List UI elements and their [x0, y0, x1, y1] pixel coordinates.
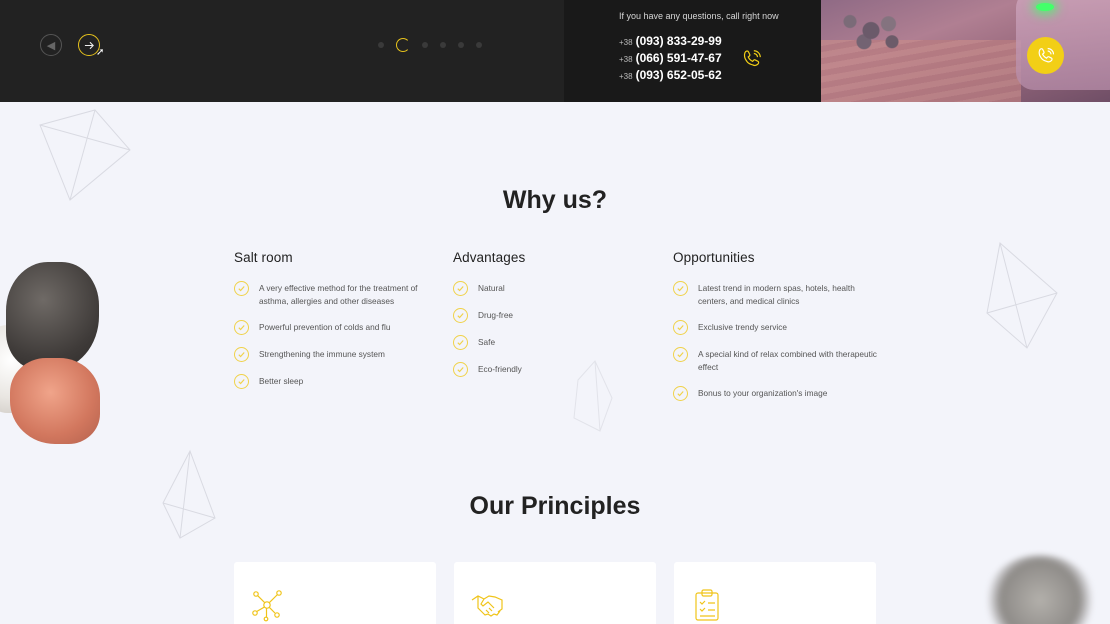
- check-icon: [453, 308, 468, 323]
- arrow-right-icon: [84, 41, 94, 49]
- list-item: Natural: [453, 281, 663, 296]
- country-code: +38: [619, 72, 633, 81]
- list-item-text: A special kind of relax combined with th…: [698, 349, 877, 372]
- phone-number: (066) 591-47-67: [635, 51, 722, 65]
- slider-dot[interactable]: [422, 42, 428, 48]
- check-icon: [673, 347, 688, 362]
- list-item-text: Eco-friendly: [478, 364, 522, 374]
- principle-card: [674, 562, 876, 624]
- molecule-icon: [252, 590, 282, 622]
- country-code: +38: [619, 55, 633, 64]
- clipboard-icon: [695, 589, 719, 621]
- phone-link-1[interactable]: +38 (093) 833-29-99: [619, 34, 722, 48]
- list-item: Bonus to your organization's image: [673, 386, 883, 401]
- phone-link-2[interactable]: +38 (066) 591-47-67: [619, 51, 722, 65]
- list-item: Safe: [453, 335, 663, 350]
- check-icon: [234, 281, 249, 296]
- slider-dots: [378, 38, 482, 52]
- list-item: Better sleep: [234, 374, 444, 389]
- list-item-text: Drug-free: [478, 310, 514, 320]
- list-item-text: A very effective method for the treatmen…: [259, 283, 418, 306]
- principles-title: Our Principles: [469, 492, 641, 520]
- list-item: Powerful prevention of colds and flu: [234, 320, 444, 335]
- principle-card: [454, 562, 656, 624]
- slider-dot[interactable]: [458, 42, 464, 48]
- slider-dot-active[interactable]: [396, 38, 410, 52]
- crystal-outline-decoration: [986, 242, 1058, 349]
- list-item-text: Powerful prevention of colds and flu: [259, 322, 391, 332]
- phone-icon[interactable]: [741, 48, 763, 70]
- list-item: Drug-free: [453, 308, 663, 323]
- contact-prompt: If you have any questions, call right no…: [619, 11, 779, 21]
- column-title: Salt room: [234, 250, 293, 265]
- list-item-text: Safe: [478, 337, 496, 347]
- salt-rock-pink-image: [10, 358, 100, 444]
- call-button[interactable]: [1027, 37, 1064, 74]
- slider-controls-panel: ◀ ➚: [0, 0, 564, 102]
- list-item: Strengthening the immune system: [234, 347, 444, 362]
- check-icon: [673, 281, 688, 296]
- column-title: Advantages: [453, 250, 526, 265]
- check-icon: [234, 374, 249, 389]
- arrow-left-icon: ◀: [46, 39, 56, 52]
- check-icon: [453, 335, 468, 350]
- mouse-cursor-icon: ➚: [96, 47, 105, 58]
- prev-slide-button[interactable]: ◀: [40, 34, 62, 56]
- list-item: Latest trend in modern spas, hotels, hea…: [673, 281, 883, 308]
- check-icon: [453, 362, 468, 377]
- list-item-text: Better sleep: [259, 376, 304, 386]
- country-code: +38: [619, 38, 633, 47]
- phone-number: (093) 652-05-62: [635, 68, 722, 82]
- principle-card: [234, 562, 436, 624]
- check-icon: [673, 320, 688, 335]
- opportunities-column: Opportunities Latest trend in modern spa…: [673, 250, 883, 414]
- list-item: Exclusive trendy service: [673, 320, 883, 335]
- phone-number: (093) 833-29-99: [635, 34, 722, 48]
- check-icon: [453, 281, 468, 296]
- slider-dot[interactable]: [440, 42, 446, 48]
- check-icon: [234, 320, 249, 335]
- list-item-text: Natural: [478, 283, 505, 293]
- list-item-text: Exclusive trendy service: [698, 322, 787, 332]
- salt-room-photo: [821, 0, 1110, 102]
- column-title: Opportunities: [673, 250, 755, 265]
- salt-room-column: Salt room A very effective method for th…: [234, 250, 444, 402]
- list-item-text: Strengthening the immune system: [259, 349, 385, 359]
- list-item-text: Latest trend in modern spas, hotels, hea…: [698, 283, 855, 306]
- salt-rock-dark-image: [6, 262, 99, 370]
- list-item: A very effective method for the treatmen…: [234, 281, 444, 308]
- phone-icon: [1038, 47, 1054, 62]
- handshake-icon: [471, 595, 503, 617]
- salt-rock-blurred-image: [985, 555, 1095, 624]
- list-item-text: Bonus to your organization's image: [698, 388, 828, 398]
- top-banner: ◀ ➚ If you have any questions, call righ…: [0, 0, 1110, 102]
- why-us-title: Why us?: [502, 186, 608, 214]
- check-icon: [234, 347, 249, 362]
- phone-link-3[interactable]: +38 (093) 652-05-62: [619, 68, 722, 82]
- list-item: Eco-friendly: [453, 362, 663, 377]
- check-icon: [673, 386, 688, 401]
- slider-dot[interactable]: [476, 42, 482, 48]
- advantages-column: Advantages Natural Drug-free Safe Eco-fr…: [453, 250, 663, 390]
- slider-dot[interactable]: [378, 42, 384, 48]
- list-item: A special kind of relax combined with th…: [673, 347, 883, 374]
